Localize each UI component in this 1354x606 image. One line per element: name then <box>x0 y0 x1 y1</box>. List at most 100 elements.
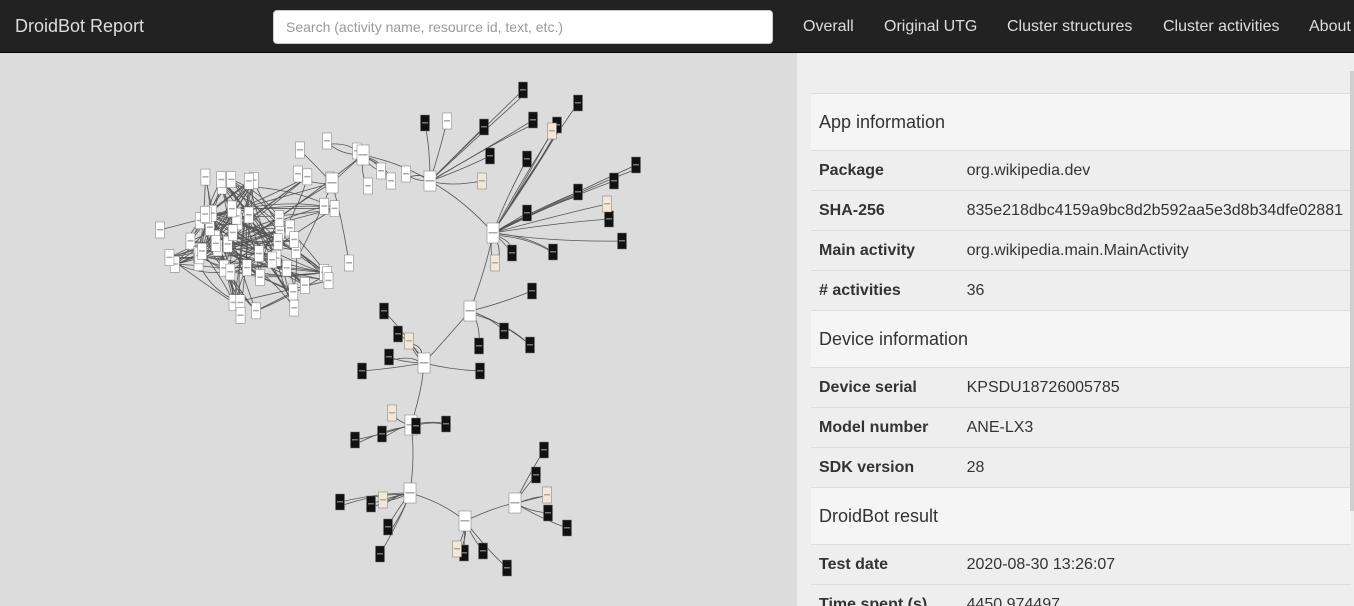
utg-node-detail <box>386 356 392 358</box>
utg-node-detail <box>425 180 435 182</box>
utg-edge <box>299 182 333 254</box>
utg-node-detail <box>529 290 535 292</box>
utg-node-detail <box>166 256 173 259</box>
utg-node-detail <box>325 279 332 282</box>
nav-overall[interactable]: Overall <box>803 17 854 37</box>
row-value: 2020-08-30 13:26:07 <box>958 544 1351 585</box>
scrollbar[interactable] <box>1350 71 1354 511</box>
utg-node-detail <box>276 229 283 232</box>
info-panel: App information Package org.wikipedia.dev… <box>797 53 1354 606</box>
row-sdk-version: SDK version 28 <box>811 447 1351 488</box>
utg-node-detail <box>381 310 387 312</box>
info-table: App information Package org.wikipedia.dev… <box>811 93 1351 606</box>
row-value: 36 <box>958 270 1351 311</box>
utg-node-detail <box>229 207 236 210</box>
utg-edge <box>492 158 528 234</box>
utg-node-detail <box>476 345 482 347</box>
utg-node-detail <box>504 567 510 569</box>
utg-node-detail <box>606 218 612 220</box>
utg-node-detail <box>324 140 330 142</box>
utg-node-detail <box>286 227 293 229</box>
utg-node-detail <box>520 89 526 91</box>
row-time-spent: Time spent (s) 4450.974497 <box>811 584 1351 606</box>
utg-node-detail <box>358 154 368 156</box>
utg-node-detail <box>269 258 276 261</box>
utg-node-detail <box>237 314 244 316</box>
utg-node-detail <box>380 499 386 501</box>
section-app-info: App information <box>811 93 1351 151</box>
row-activities: # activities 36 <box>811 270 1351 311</box>
utg-node-detail <box>488 232 498 234</box>
utg-node-detail <box>228 178 235 181</box>
utg-node-detail <box>533 474 539 476</box>
utg-node-detail <box>368 503 374 505</box>
nav-original-utg[interactable]: Original UTG <box>884 17 977 37</box>
utg-node-detail <box>295 173 301 175</box>
row-key: SHA-256 <box>811 190 959 231</box>
nav-cluster-structures[interactable]: Cluster structures <box>1007 17 1132 37</box>
row-key: SDK version <box>811 447 959 488</box>
utg-node-detail <box>481 126 487 128</box>
utg-edge <box>469 232 494 312</box>
utg-node-detail <box>212 242 219 244</box>
utg-node-detail <box>406 340 412 342</box>
nav-cluster-activities[interactable]: Cluster activities <box>1163 17 1279 37</box>
navbar: DroidBot Report Overall Original UTG Clu… <box>0 0 1354 53</box>
utg-node-detail <box>202 176 209 178</box>
utg-node-detail <box>253 309 260 312</box>
utg-node-detail <box>293 249 300 251</box>
utg-node-detail <box>202 213 209 215</box>
utg-node-detail <box>465 310 475 312</box>
utg-node-detail <box>256 252 263 255</box>
row-main-activity: Main activity org.wikipedia.main.MainActi… <box>811 230 1351 271</box>
section-title: DroidBot result <box>811 487 1351 545</box>
utg-node-detail <box>564 527 570 529</box>
row-package: Package org.wikipedia.dev <box>811 150 1351 191</box>
utg-node-detail <box>199 250 206 252</box>
utg-edge <box>469 290 533 312</box>
row-key: Model number <box>811 407 959 448</box>
row-value: KPSDU18726005785 <box>958 367 1351 408</box>
utg-node-detail <box>443 423 449 425</box>
utg-node-detail <box>524 212 530 214</box>
search-input[interactable] <box>273 10 773 44</box>
utg-node-detail <box>291 238 298 241</box>
row-key: Time spent (s) <box>811 584 959 606</box>
utg-node-detail <box>229 231 236 234</box>
row-value: org.wikipedia.dev <box>958 150 1351 191</box>
row-device-serial: Device serial KPSDU18726005785 <box>811 367 1351 408</box>
nav-about[interactable]: About <box>1309 17 1351 37</box>
utg-graph[interactable] <box>0 53 797 606</box>
brand-title[interactable]: DroidBot Report <box>15 15 144 37</box>
utg-node-detail <box>385 526 391 528</box>
utg-node-detail <box>283 267 290 269</box>
row-value: 835e218dbc4159a9bc8d2b592aa5e3d8b34dfe02… <box>958 190 1351 231</box>
utg-node-detail <box>419 362 429 364</box>
utg-edge <box>492 218 610 234</box>
utg-node-detail <box>477 370 483 372</box>
utg-node-detail <box>492 262 498 264</box>
utg-node-detail <box>304 175 311 178</box>
utg-node-detail <box>509 252 515 254</box>
utg-graph-canvas[interactable] <box>0 53 797 606</box>
utg-node-detail <box>301 284 308 286</box>
utg-node-detail <box>275 240 282 243</box>
utg-node-detail <box>257 276 264 278</box>
row-value: 4450.974497 <box>958 584 1351 606</box>
utg-edge <box>464 502 516 522</box>
utg-node-detail <box>337 501 343 503</box>
section-droidbot-result: DroidBot result <box>811 487 1351 545</box>
row-value: 28 <box>958 447 1351 488</box>
utg-node-detail <box>549 130 555 132</box>
utg-node-detail <box>575 102 581 104</box>
utg-node-detail <box>480 550 486 552</box>
utg-node-detail <box>297 149 303 151</box>
utg-node-detail <box>227 271 234 273</box>
utg-node-detail <box>550 251 556 253</box>
utg-node-detail <box>290 290 297 293</box>
utg-node-detail <box>224 243 231 245</box>
utg-node-detail <box>245 214 252 216</box>
utg-node-detail <box>276 217 283 220</box>
section-device-info: Device information <box>811 310 1351 368</box>
utg-node-detail <box>454 548 460 550</box>
